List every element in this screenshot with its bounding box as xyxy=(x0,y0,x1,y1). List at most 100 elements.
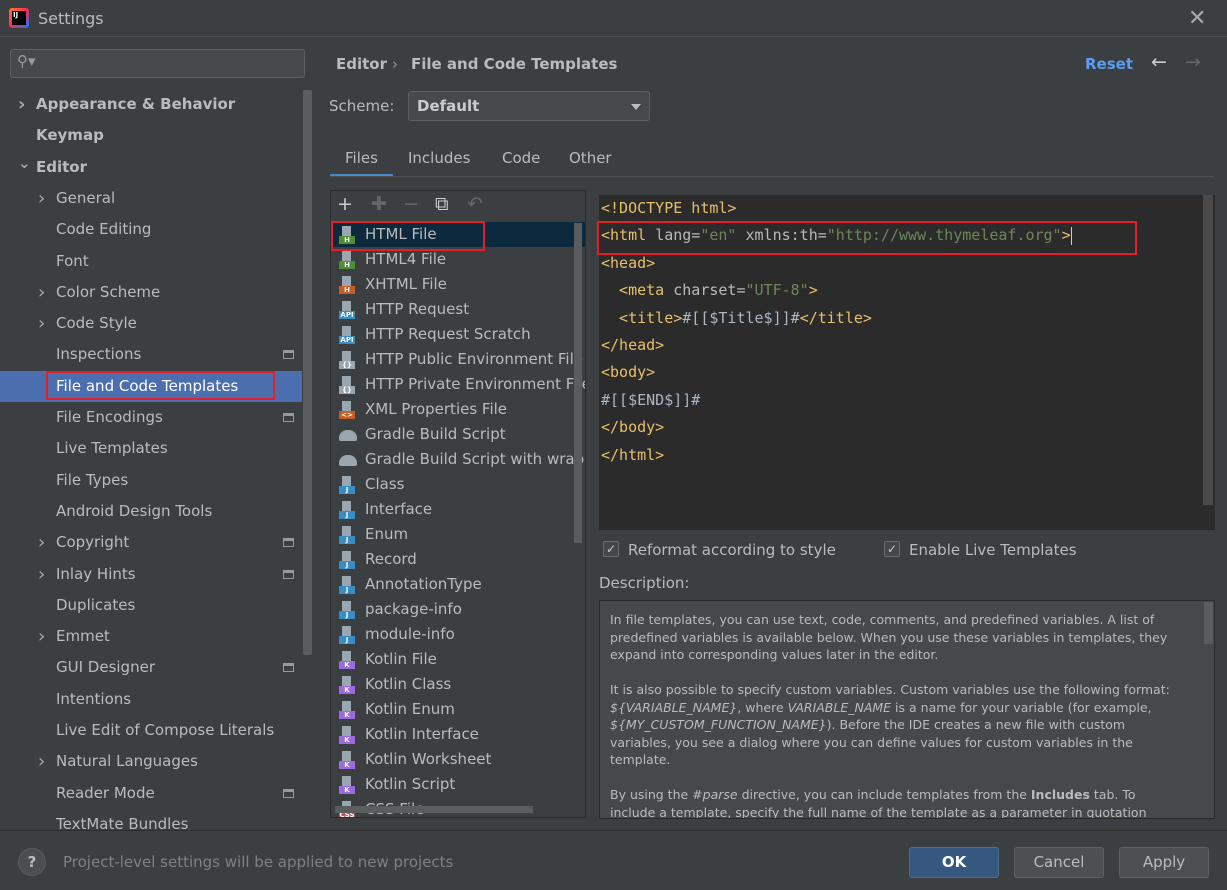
sidebar-item-inlay-hints[interactable]: › Inlay Hints xyxy=(0,559,302,590)
sidebar-item-gui-designer[interactable]: GUI Designer xyxy=(0,652,302,683)
chevron-down-icon[interactable]: ⌄ xyxy=(18,148,31,179)
template-item[interactable]: Gradle Build Script xyxy=(331,422,585,447)
sidebar-item-code-editing[interactable]: Code Editing xyxy=(0,214,302,245)
description-paragraph: In file templates, you can use text, cod… xyxy=(610,612,1168,662)
chevron-right-icon[interactable]: › xyxy=(38,559,45,590)
template-item[interactable]: J Class xyxy=(331,472,585,497)
reset-icon[interactable]: ↶ xyxy=(467,193,483,215)
sidebar-item-android-design-tools[interactable]: Android Design Tools xyxy=(0,496,302,527)
description-scrollbar[interactable] xyxy=(1204,602,1213,644)
sidebar-item-appearance-behavior[interactable]: › Appearance & Behavior xyxy=(0,89,302,120)
chevron-right-icon[interactable]: › xyxy=(18,89,25,120)
chevron-right-icon[interactable]: › xyxy=(38,183,45,214)
sidebar-scrollbar[interactable] xyxy=(303,90,312,655)
list-scrollbar[interactable] xyxy=(574,223,582,543)
search-input[interactable]: ⚲▾ xyxy=(10,49,305,78)
sidebar-item-code-style[interactable]: › Code Style xyxy=(0,308,302,339)
template-item[interactable]: J Record xyxy=(331,547,585,572)
reset-link[interactable]: Reset xyxy=(1085,55,1133,73)
template-item[interactable]: Jmodule-info xyxy=(331,622,585,647)
sidebar-item-duplicates[interactable]: Duplicates xyxy=(0,590,302,621)
template-item[interactable]: {} HTTP Public Environment File xyxy=(331,347,585,372)
back-arrow-icon[interactable]: ← xyxy=(1151,51,1167,73)
sidebar-item-intentions[interactable]: Intentions xyxy=(0,684,302,715)
template-item-label: Enum xyxy=(365,525,409,543)
chevron-right-icon[interactable]: › xyxy=(38,308,45,339)
kotlin-file-icon: K xyxy=(339,701,357,719)
sidebar-item-file-encodings[interactable]: File Encodings xyxy=(0,402,302,433)
scheme-dropdown[interactable]: Default xyxy=(408,91,650,121)
template-item[interactable]: K Kotlin Enum xyxy=(331,697,585,722)
template-item[interactable]: API HTTP Request xyxy=(331,297,585,322)
template-item[interactable]: H XHTML File xyxy=(331,272,585,297)
breadcrumb-editor[interactable]: Editor xyxy=(336,55,387,73)
sidebar-item-label: File Encodings xyxy=(56,408,163,426)
template-item[interactable]: Jpackage-info xyxy=(331,597,585,622)
copy-icon[interactable]: ⧉ xyxy=(435,193,449,215)
live-templates-label[interactable]: Enable Live Templates xyxy=(909,541,1077,559)
template-item[interactable]: K Kotlin Interface xyxy=(331,722,585,747)
chevron-right-icon[interactable]: › xyxy=(38,746,45,777)
code-line: </head> xyxy=(601,336,664,354)
ok-button[interactable]: OK xyxy=(909,847,999,878)
code-token: </head> xyxy=(601,336,665,354)
editor-scrollbar[interactable] xyxy=(1203,195,1213,505)
sidebar-item-copyright[interactable]: › Copyright xyxy=(0,527,302,558)
template-item[interactable]: J Interface xyxy=(331,497,585,522)
sidebar-item-live-templates[interactable]: Live Templates xyxy=(0,433,302,464)
tab-other[interactable]: Other xyxy=(554,147,627,177)
sidebar-item-label: Code Style xyxy=(56,314,137,333)
sidebar-item-natural-languages[interactable]: › Natural Languages xyxy=(0,746,302,777)
sidebar-item-label: Reader Mode xyxy=(56,783,155,802)
sidebar-item-emmet[interactable]: › Emmet xyxy=(0,621,302,652)
template-item[interactable]: K Kotlin Worksheet xyxy=(331,747,585,772)
apply-button[interactable]: Apply xyxy=(1119,847,1209,878)
sidebar-item-label: Intentions xyxy=(56,689,132,708)
cancel-button[interactable]: Cancel xyxy=(1014,847,1104,878)
sidebar-item-color-scheme[interactable]: › Color Scheme xyxy=(0,277,302,308)
env-file-icon: {} xyxy=(339,376,357,394)
template-item[interactable]: K Kotlin Script xyxy=(331,772,585,797)
add-child-icon[interactable]: ✚ xyxy=(371,193,387,215)
help-icon[interactable]: ? xyxy=(18,848,46,876)
sidebar-item-general[interactable]: › General xyxy=(0,183,302,214)
list-horizontal-scrollbar[interactable] xyxy=(335,806,533,813)
chevron-right-icon[interactable]: › xyxy=(38,621,45,652)
sidebar-item-file-types[interactable]: File Types xyxy=(0,465,302,496)
sidebar-item-inspections[interactable]: Inspections xyxy=(0,339,302,370)
chevron-right-icon[interactable]: › xyxy=(38,527,45,558)
tab-code[interactable]: Code xyxy=(487,147,555,177)
tab-includes[interactable]: Includes xyxy=(393,147,485,177)
close-icon[interactable]: ✕ xyxy=(1188,6,1206,31)
tab-files[interactable]: Files xyxy=(330,147,393,177)
reformat-label[interactable]: Reformat according to style xyxy=(628,541,836,559)
sidebar-item-keymap[interactable]: Keymap xyxy=(0,120,302,151)
highlight-box xyxy=(597,221,1137,255)
template-item-label: Kotlin Class xyxy=(365,675,452,693)
template-item[interactable]: J Enum xyxy=(331,522,585,547)
sidebar-item-editor[interactable]: ⌄ Editor xyxy=(0,152,302,183)
template-item[interactable]: K Kotlin Class xyxy=(331,672,585,697)
add-icon[interactable]: + xyxy=(337,193,353,215)
java-file-icon: J xyxy=(339,576,357,594)
sidebar-item-font[interactable]: Font xyxy=(0,246,302,277)
forward-arrow-icon[interactable]: → xyxy=(1185,51,1201,73)
template-item[interactable]: Gradle Build Script with wrapper xyxy=(331,447,585,472)
remove-icon[interactable]: − xyxy=(403,193,419,215)
reformat-checkbox[interactable]: ✓ xyxy=(603,541,619,557)
code-line: <body> xyxy=(601,363,655,381)
template-item-label: Interface xyxy=(365,500,433,518)
template-item[interactable]: <> XML Properties File xyxy=(331,397,585,422)
live-templates-checkbox[interactable]: ✓ xyxy=(884,541,900,557)
template-item-label: HTTP Private Environment File xyxy=(365,375,586,393)
chevron-right-icon[interactable]: › xyxy=(38,277,45,308)
gradle-file-icon xyxy=(339,451,357,469)
template-item[interactable]: K Kotlin File xyxy=(331,647,585,672)
template-item-label: Kotlin Worksheet xyxy=(365,750,492,768)
sidebar-item-live-edit-of-compose-literals[interactable]: Live Edit of Compose Literals xyxy=(0,715,302,746)
template-item[interactable]: J AnnotationType xyxy=(331,572,585,597)
template-item[interactable]: {} HTTP Private Environment File xyxy=(331,372,585,397)
sidebar-item-reader-mode[interactable]: Reader Mode xyxy=(0,778,302,809)
java-file-icon: J xyxy=(339,626,357,644)
template-item[interactable]: API HTTP Request Scratch xyxy=(331,322,585,347)
